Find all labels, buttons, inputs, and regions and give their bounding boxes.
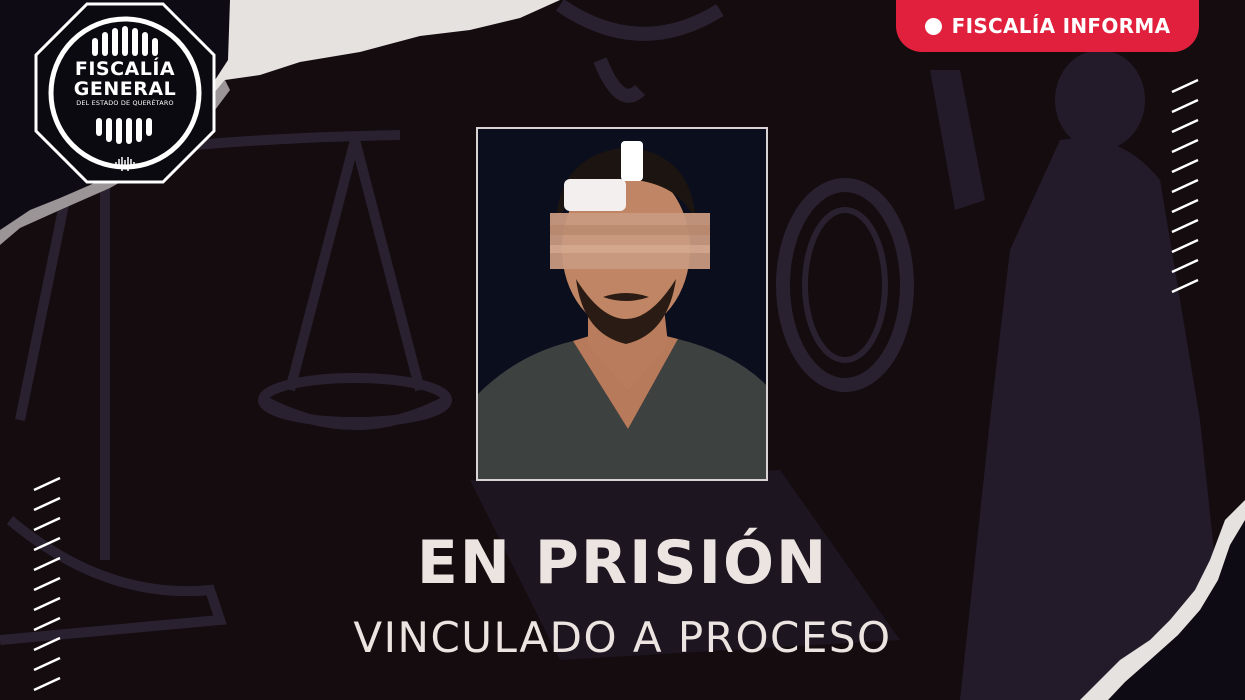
person-portrait-illustration	[478, 129, 766, 479]
logo-line-1: FISCALÍA	[74, 58, 176, 80]
circle-dot-icon	[924, 17, 942, 35]
fiscalia-logo: FISCALÍA GENERAL DEL ESTADO DE QUERÉTARO	[34, 2, 216, 184]
badge-label: FISCALÍA INFORMA	[951, 14, 1171, 38]
headline: EN PRISIÓN	[416, 528, 829, 598]
subheadline: VINCULADO A PROCESO	[353, 613, 892, 662]
fiscalia-informa-badge: FISCALÍA INFORMA	[896, 0, 1199, 52]
announcement-poster: FISCALÍA GENERAL DEL ESTADO DE QUERÉTARO…	[0, 0, 1245, 700]
logo-text: FISCALÍA GENERAL DEL ESTADO DE QUERÉTARO	[34, 59, 216, 108]
suspect-photo	[476, 127, 768, 481]
logo-line-2: GENERAL	[73, 78, 177, 100]
stripes-decoration-right	[1171, 78, 1199, 294]
logo-line-3: DEL ESTADO DE QUERÉTARO	[76, 99, 174, 107]
